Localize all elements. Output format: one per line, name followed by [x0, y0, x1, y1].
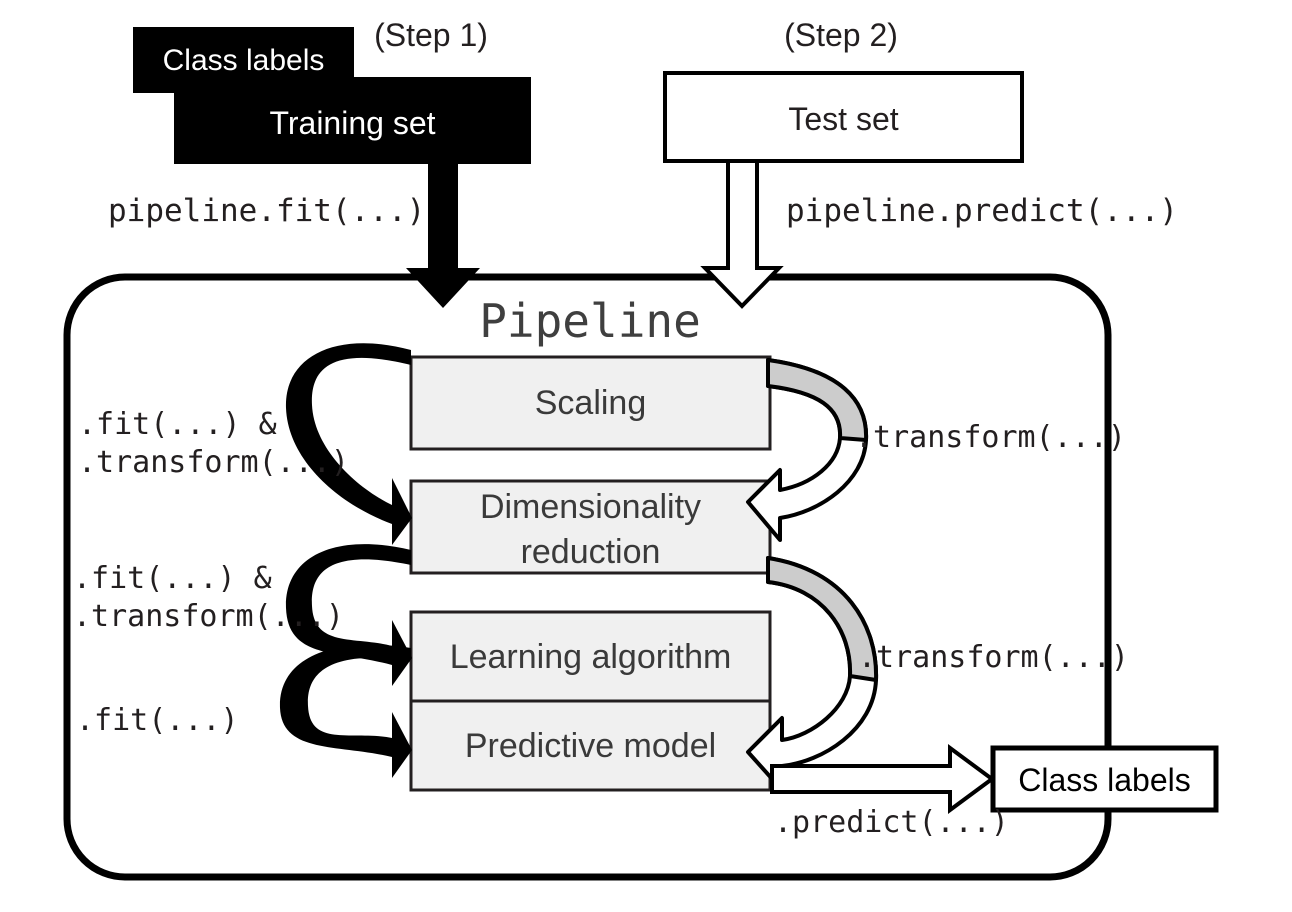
left-call-3-line1: .fit(...) [76, 703, 239, 738]
predict-call-label: .predict(...) [774, 805, 1009, 840]
predict-down-arrow [700, 159, 784, 309]
training-set-label: Training set [269, 105, 436, 141]
stage-label-learning-algorithm: Learning algorithm [449, 638, 732, 676]
pipeline-title: Pipeline [479, 294, 701, 348]
left-call-1-line1: .fit(...) & [78, 407, 277, 442]
stage-label-dimensionality-reduction-line2: reduction [520, 533, 661, 571]
pipeline-fit-call-label: pipeline.fit(...) [108, 193, 426, 229]
step-2-caption: (Step 2) [784, 17, 898, 53]
left-call-2-line1: .fit(...) & [73, 561, 272, 596]
fit-down-arrow [406, 164, 480, 308]
diagram-canvas: (Step 1) (Step 2) Class labels Training … [0, 0, 1292, 912]
stage-label-dimensionality-reduction-line1: Dimensionality [479, 488, 702, 526]
left-call-2-line2: .transform(...) [73, 599, 344, 634]
right-call-1: .transform(...) [855, 420, 1126, 455]
stage-label-scaling: Scaling [534, 384, 647, 422]
pipeline-predict-call-label: pipeline.predict(...) [786, 193, 1178, 229]
right-call-2: .transform(...) [858, 640, 1129, 675]
test-set-label: Test set [788, 101, 899, 137]
class-labels-input-label: Class labels [162, 44, 325, 77]
step-1-caption: (Step 1) [374, 17, 488, 53]
class-labels-output-label: Class labels [1018, 762, 1191, 798]
left-call-1-line2: .transform(...) [78, 445, 349, 480]
stage-label-predictive-model: Predictive model [464, 727, 717, 765]
